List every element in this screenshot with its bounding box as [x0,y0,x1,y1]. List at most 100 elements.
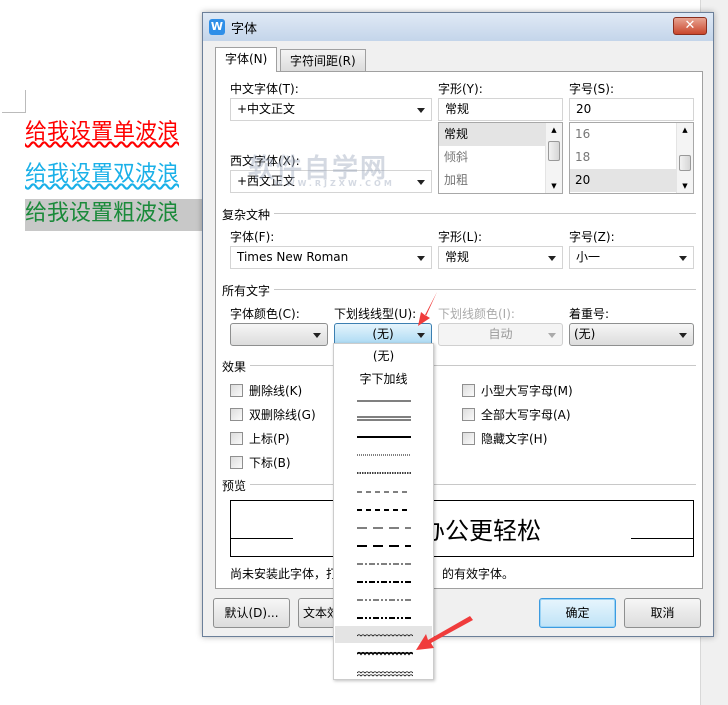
ok-button[interactable]: 确定 [539,598,616,628]
complex-size-label: 字号(Z): [569,230,615,244]
underline-style-dropdown[interactable]: (无) 字下加线 [333,343,434,680]
scroll-up-icon[interactable]: ▲ [546,126,562,134]
doc-line-single-wave[interactable]: 给我设置单波浪 [25,118,179,150]
complex-style-value: 常规 [445,250,470,264]
underline-style-value: (无) [372,327,394,341]
style-option[interactable]: 倾斜 [439,146,562,169]
font-color-label: 字体颜色(C): [230,307,300,321]
checkbox-box[interactable] [230,456,243,469]
complex-font-label: 字体(F): [230,230,275,244]
style-listbox[interactable]: 常规 倾斜 加粗 ▲ ▼ [438,122,563,194]
preview-note-left: 尚未安装此字体，打 [230,567,339,581]
checkbox-hidden[interactable]: 隐藏文字(H) [462,430,547,447]
chevron-down-icon [417,180,425,185]
doc-line-double-wave[interactable]: 给我设置双波浪 [25,160,179,192]
checkbox-box[interactable] [230,384,243,397]
chevron-down-icon [417,333,425,338]
underline-swatch-icon [357,634,413,637]
checkbox-all-caps[interactable]: 全部大写字母(A) [462,406,571,423]
scroll-thumb[interactable] [679,155,691,171]
underline-option-thick[interactable] [335,427,432,444]
underline-option-thick-dotted[interactable] [335,463,432,480]
style-option[interactable]: 加粗 [439,169,562,192]
emphasis-select[interactable]: (无) [569,323,694,346]
style-input[interactable]: 常规 [438,98,563,121]
size-value: 20 [576,102,592,116]
checkbox-box[interactable] [230,432,243,445]
scroll-down-icon[interactable]: ▼ [677,182,693,190]
underline-swatch-icon [357,544,411,547]
checkbox-subscript[interactable]: 下标(B) [230,454,291,471]
underline-option-double-wave[interactable] [335,663,432,680]
all-text-section-header: 所有文字 [222,282,696,298]
underline-option-heavy-wave[interactable] [335,644,432,661]
checkbox-strikethrough[interactable]: 删除线(K) [230,382,302,399]
underline-swatch-icon [357,563,411,565]
checkbox-box[interactable] [462,432,475,445]
effects-section-header: 效果 [222,358,696,374]
size-label: 字号(S): [569,82,615,96]
underline-option-thick-dash-dot-dot[interactable] [335,608,432,625]
underline-swatch-icon [357,472,411,475]
font-color-select[interactable] [230,323,328,346]
scroll-up-icon[interactable]: ▲ [677,126,693,134]
doc-line-thick-wave[interactable]: 给我设置粗波浪 [25,199,205,231]
underline-color-label: 下划线颜色(I): [438,307,515,321]
underline-swatch-icon [357,508,411,511]
complex-style-label: 字形(L): [438,230,483,244]
chinese-font-select[interactable]: +中文正文 [230,98,432,121]
emphasis-value: (无) [574,327,596,341]
preview-baseline-left [231,538,293,539]
checkbox-box[interactable] [462,408,475,421]
underline-option-single[interactable] [335,391,432,408]
wps-logo-icon: W [209,19,225,35]
checkbox-superscript[interactable]: 上标(P) [230,430,290,447]
complex-size-select[interactable]: 小一 [569,246,694,269]
underline-option-double[interactable] [335,409,432,426]
tab-font[interactable]: 字体(N) [215,47,278,72]
cancel-button[interactable]: 取消 [624,598,701,628]
underline-option-words-only[interactable]: 字下加线 [335,371,432,388]
scroll-down-icon[interactable]: ▼ [546,182,562,190]
size-scrollbar[interactable]: ▲ ▼ [676,123,693,193]
tab-character-spacing[interactable]: 字符间距(R) [280,49,366,71]
complex-section-header: 复杂文种 [222,206,696,222]
underline-option-thick-dash-dot[interactable] [335,572,432,589]
underline-option-wave[interactable] [335,626,432,644]
size-option[interactable]: 20 [570,169,693,192]
close-button[interactable]: ✕ [673,17,707,35]
checkbox-box[interactable] [462,384,475,397]
checkbox-small-caps[interactable]: 小型大写字母(M) [462,382,573,399]
underline-option-thick-long-dash[interactable] [335,536,432,553]
size-option[interactable]: 18 [570,146,693,169]
style-option[interactable]: 常规 [439,123,562,146]
underline-option-dash-dot[interactable] [335,554,432,571]
underline-swatch-icon [357,491,411,492]
complex-size-value: 小一 [576,250,601,264]
checkbox-box[interactable] [230,408,243,421]
underline-swatch-icon [357,599,411,601]
scroll-thumb[interactable] [548,141,560,161]
chevron-down-icon [313,333,321,338]
underline-option-long-dash[interactable] [335,518,432,535]
preview-section-header: 预览 [222,477,696,493]
chinese-font-value: +中文正文 [237,102,296,116]
size-option[interactable]: 16 [570,123,693,146]
underline-option-dash-dot-dot[interactable] [335,590,432,607]
size-listbox[interactable]: 16 18 20 ▲ ▼ [569,122,694,194]
style-scrollbar[interactable]: ▲ ▼ [545,123,562,193]
margin-corner-mark [2,90,26,113]
underline-option-thick-dash[interactable] [335,500,432,517]
complex-style-select[interactable]: 常规 [438,246,563,269]
complex-font-select[interactable]: Times New Roman [230,246,432,269]
underline-option-dotted[interactable] [335,445,432,462]
style-value: 常规 [445,102,470,116]
checkbox-double-strikethrough[interactable]: 双删除线(G) [230,406,316,423]
preview-text: 办公更轻松 [421,517,541,545]
underline-option-none[interactable]: (无) [335,348,432,365]
underline-color-select: 自动 [438,323,563,346]
underline-option-dash[interactable] [335,482,432,499]
size-input[interactable]: 20 [569,98,694,121]
style-label: 字形(Y): [438,82,483,96]
default-button[interactable]: 默认(D)... [213,598,290,628]
